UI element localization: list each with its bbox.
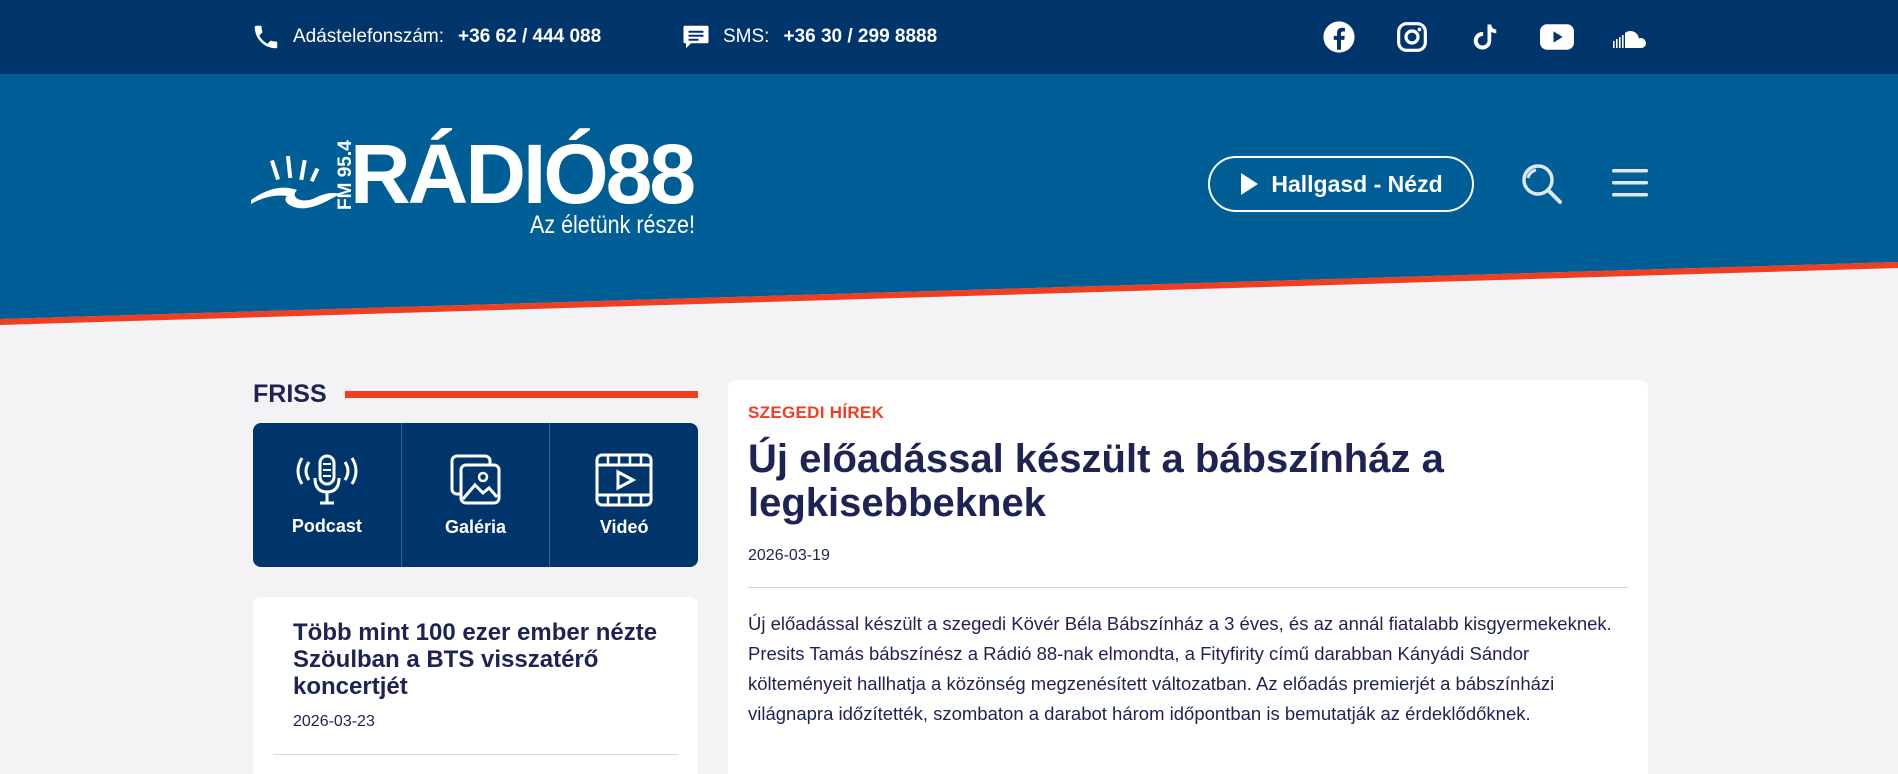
- news-card-date: 2026-03-23: [293, 713, 375, 730]
- gallery-icon: [450, 454, 500, 504]
- instagram-icon: [1397, 22, 1427, 52]
- listen-watch-label: Hallgasd - Nézd: [1271, 170, 1443, 197]
- news-card-divider: [273, 754, 678, 755]
- top-bar: Adástelefonszám: +36 62 / 444 088 SMS: +…: [0, 0, 1898, 74]
- soundcloud-link[interactable]: [1609, 16, 1651, 58]
- news-card-title[interactable]: Több mint 100 ezer ember nézte Szöulban …: [293, 619, 673, 700]
- video-shortcut[interactable]: Videó: [550, 423, 698, 567]
- featured-article: SZEGEDI HÍREK Új előadással készült a bá…: [728, 380, 1648, 774]
- facebook-link[interactable]: [1318, 16, 1360, 58]
- microphone-icon: [296, 454, 358, 504]
- phone-icon: [254, 25, 278, 49]
- tiktok-icon: [1473, 24, 1497, 50]
- sms-number[interactable]: +36 30 / 299 8888: [783, 26, 937, 48]
- logo-name: RÁDIÓ88: [350, 127, 696, 221]
- video-label: Videó: [599, 516, 649, 537]
- logo-sound-wave-icon: [251, 155, 341, 209]
- sms-contact[interactable]: SMS: +36 30 / 299 8888: [681, 0, 937, 74]
- sms-label: SMS:: [723, 26, 770, 47]
- listen-watch-button[interactable]: Hallgasd - Nézd: [1208, 156, 1474, 212]
- search-icon: [1522, 164, 1562, 204]
- sms-icon: [683, 25, 709, 49]
- hamburger-menu-icon: [1612, 169, 1648, 197]
- play-icon: [1241, 173, 1259, 195]
- youtube-icon: [1540, 24, 1574, 50]
- section-title-underline: [345, 391, 698, 398]
- facebook-icon: [1323, 21, 1355, 53]
- gallery-label: Galéria: [444, 516, 507, 537]
- soundcloud-icon: [1613, 31, 1646, 48]
- podcast-label: Podcast: [291, 515, 362, 536]
- news-card[interactable]: Több mint 100 ezer ember nézte Szöulban …: [253, 597, 698, 774]
- instagram-link[interactable]: [1391, 16, 1433, 58]
- article-title[interactable]: Új előadással készült a bábszínház a leg…: [748, 437, 1608, 525]
- media-shortcuts: Podcast Galéria Videó: [253, 423, 698, 567]
- phone-label: Adástelefonszám:: [293, 26, 445, 47]
- article-lead: Új előadással készült a szegedi Kövér Bé…: [748, 613, 1612, 724]
- tiktok-link[interactable]: [1464, 16, 1506, 58]
- search-button[interactable]: [1520, 162, 1564, 206]
- phone-contact[interactable]: Adástelefonszám: +36 62 / 444 088: [251, 0, 601, 74]
- menu-button[interactable]: [1612, 168, 1648, 198]
- video-icon: [595, 453, 653, 506]
- article-date: 2026-03-19: [748, 547, 830, 564]
- article-category[interactable]: SZEGEDI HÍREK: [748, 403, 884, 423]
- section-title-friss: FRISS: [253, 380, 327, 408]
- article-divider: [748, 587, 1628, 588]
- phone-number[interactable]: +36 62 / 444 088: [458, 26, 601, 48]
- youtube-link[interactable]: [1536, 16, 1578, 58]
- gallery-shortcut[interactable]: Galéria: [402, 423, 551, 567]
- logo-slogan: Az életünk része!: [530, 211, 695, 239]
- podcast-shortcut[interactable]: Podcast: [253, 423, 402, 567]
